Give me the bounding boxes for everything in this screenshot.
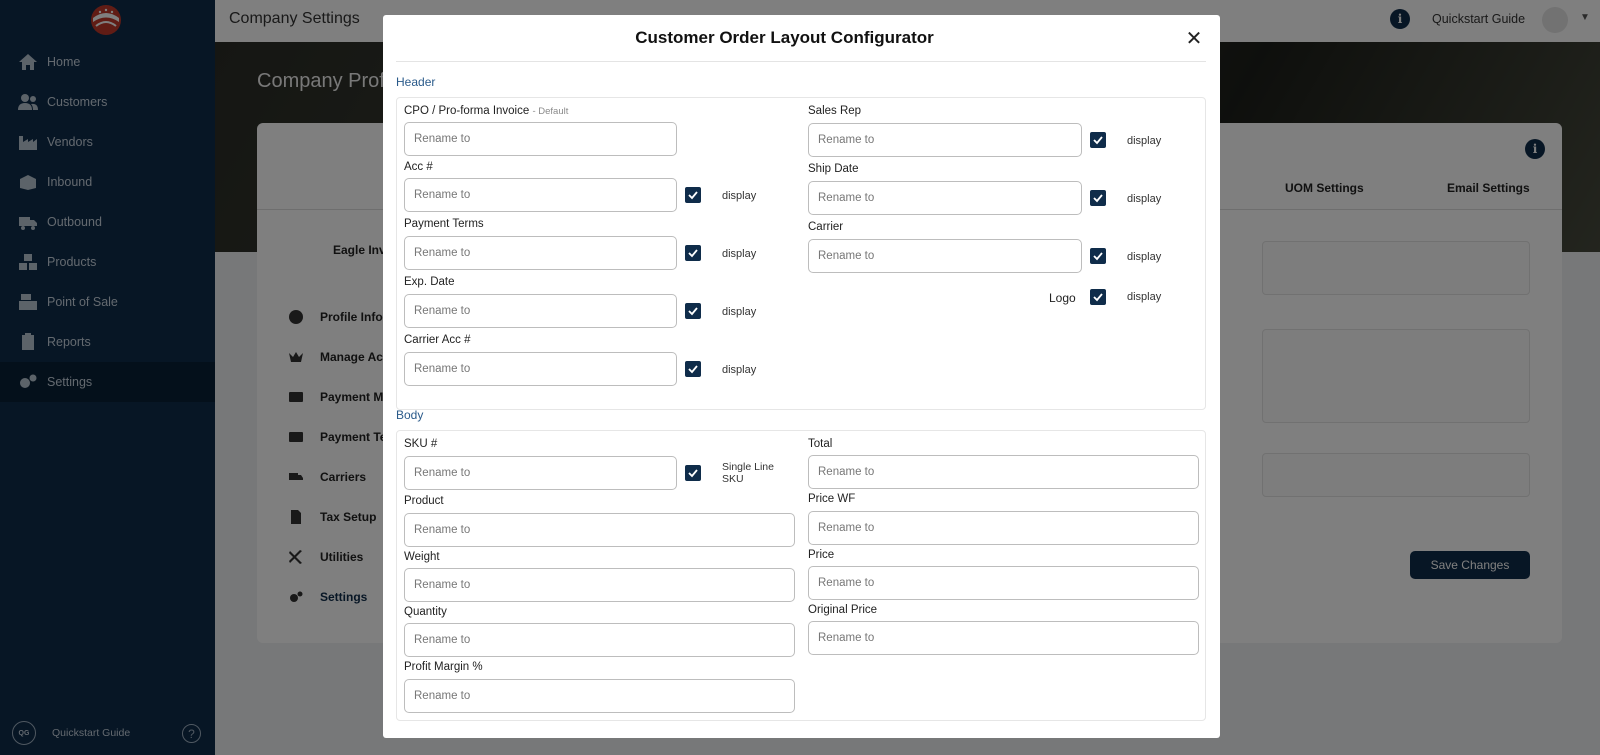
price-wf-label: Price WF (808, 493, 856, 505)
modal-title: Customer Order Layout Configurator (635, 28, 934, 47)
price-label: Price (808, 549, 835, 561)
exp-date-display-checkbox[interactable] (685, 303, 701, 319)
sku-label: SKU # (404, 438, 438, 450)
check-icon (688, 191, 698, 200)
cpo-rename-input[interactable] (404, 122, 677, 156)
sales-rep-rename-input[interactable] (808, 123, 1082, 157)
single-line-sku-label: Single Line SKU (722, 461, 774, 485)
profit-margin-label: Profit Margin % (404, 661, 483, 673)
logo-display-label: display (1127, 291, 1162, 303)
profit-margin-rename-input[interactable] (404, 679, 795, 713)
check-icon (688, 249, 698, 258)
acc-display-label: display (722, 190, 757, 202)
cpo-default-tag: - Default (532, 106, 569, 117)
original-price-rename-input[interactable] (808, 621, 1199, 655)
check-icon (1093, 293, 1103, 302)
price-rename-input[interactable] (808, 566, 1199, 600)
check-icon (688, 365, 698, 374)
price-wf-rename-input[interactable] (808, 511, 1199, 545)
product-label: Product (404, 495, 444, 507)
exp-date-rename-input[interactable] (404, 294, 677, 328)
sales-rep-label: Sales Rep (808, 105, 862, 117)
carrier-display-label: display (1127, 251, 1162, 263)
carrier-label: Carrier (808, 221, 844, 233)
cpo-label-text: CPO / Pro-forma Invoice (404, 105, 530, 117)
weight-rename-input[interactable] (404, 568, 795, 602)
carrier-acc-display-checkbox[interactable] (685, 361, 701, 377)
acc-display-checkbox[interactable] (685, 187, 701, 203)
carrier-acc-display-label: display (722, 364, 757, 376)
weight-label: Weight (404, 551, 440, 563)
carrier-acc-rename-input[interactable] (404, 352, 677, 386)
carrier-rename-input[interactable] (808, 239, 1082, 273)
carrier-display-checkbox[interactable] (1090, 248, 1106, 264)
check-icon (688, 469, 698, 478)
check-icon (1093, 252, 1103, 261)
sales-rep-display-label: display (1127, 135, 1162, 147)
close-icon[interactable]: ✕ (1183, 27, 1205, 50)
original-price-label: Original Price (808, 604, 878, 616)
header-section-label: Header (396, 75, 436, 89)
acc-rename-input[interactable] (404, 178, 677, 212)
ship-date-display-checkbox[interactable] (1090, 190, 1106, 206)
total-rename-input[interactable] (808, 455, 1199, 489)
layout-configurator-modal: Customer Order Layout Configurator ✕ Hea… (383, 15, 1220, 738)
check-icon (1093, 136, 1103, 145)
acc-label: Acc # (404, 161, 433, 173)
body-section-label: Body (396, 408, 424, 422)
exp-date-display-label: display (722, 306, 757, 318)
quantity-label: Quantity (404, 606, 447, 618)
modal-divider (396, 61, 1206, 62)
check-icon (688, 307, 698, 316)
sales-rep-display-checkbox[interactable] (1090, 132, 1106, 148)
ship-date-display-label: display (1127, 193, 1162, 205)
sku-rename-input[interactable] (404, 456, 677, 490)
carrier-acc-label: Carrier Acc # (404, 334, 471, 346)
exp-date-label: Exp. Date (404, 276, 455, 288)
quantity-rename-input[interactable] (404, 623, 795, 657)
payment-terms-display-label: display (722, 248, 757, 260)
payment-terms-rename-input[interactable] (404, 236, 677, 270)
payment-terms-label: Payment Terms (404, 218, 484, 230)
total-label: Total (808, 438, 833, 450)
single-line-sku-checkbox[interactable] (685, 465, 701, 481)
payment-terms-display-checkbox[interactable] (685, 245, 701, 261)
logo-display-checkbox[interactable] (1090, 289, 1106, 305)
logo-label: Logo (1049, 291, 1076, 305)
check-icon (1093, 194, 1103, 203)
ship-date-label: Ship Date (808, 163, 859, 175)
cpo-label: CPO / Pro-forma Invoice - Default (404, 105, 568, 117)
product-rename-input[interactable] (404, 513, 795, 547)
ship-date-rename-input[interactable] (808, 181, 1082, 215)
